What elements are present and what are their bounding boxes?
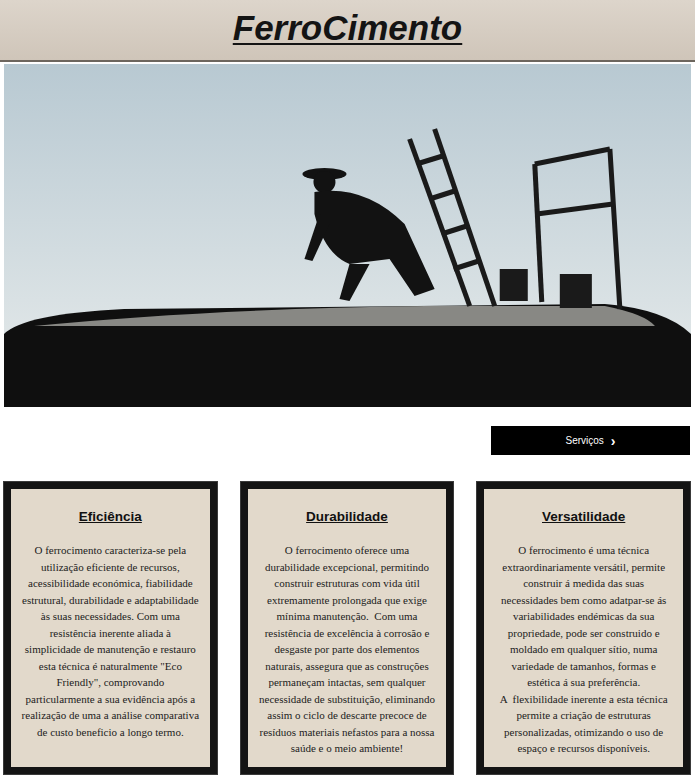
hero-photo	[4, 64, 691, 407]
card-text: O ferrocimento é uma técnica extraordina…	[494, 542, 673, 691]
site-title[interactable]: FerroCimento	[223, 4, 472, 56]
feature-card: Eficiência O ferrocimento caracteriza-se …	[4, 482, 217, 774]
page: FerroCimento Serviços › Eficiência O ferroci…	[0, 0, 695, 777]
card-title: Durabilidade	[306, 509, 388, 524]
card-text: A flexibilidade inerente a esta técnica …	[494, 691, 673, 757]
services-label: Serviços	[565, 435, 603, 446]
card-title: Eficiência	[79, 509, 142, 524]
button-row: Serviços ›	[0, 407, 695, 455]
card-title: Versatilidade	[542, 509, 625, 524]
card-text: O ferrocimento caracteriza-se pela utili…	[21, 542, 200, 740]
feature-card: Durabilidade O ferrocimento oferece uma d…	[241, 482, 454, 774]
header: FerroCimento	[0, 0, 695, 62]
services-button[interactable]: Serviços ›	[491, 426, 690, 455]
hero-photo	[4, 64, 691, 407]
feature-cards: Eficiência O ferrocimento caracteriza-se …	[0, 455, 695, 777]
chevron-right-icon: ›	[611, 434, 616, 448]
feature-card: Versatilidade O ferrocimento é uma técnic…	[477, 482, 690, 774]
card-text: O ferrocimento oferece uma durabilidade …	[258, 542, 437, 757]
